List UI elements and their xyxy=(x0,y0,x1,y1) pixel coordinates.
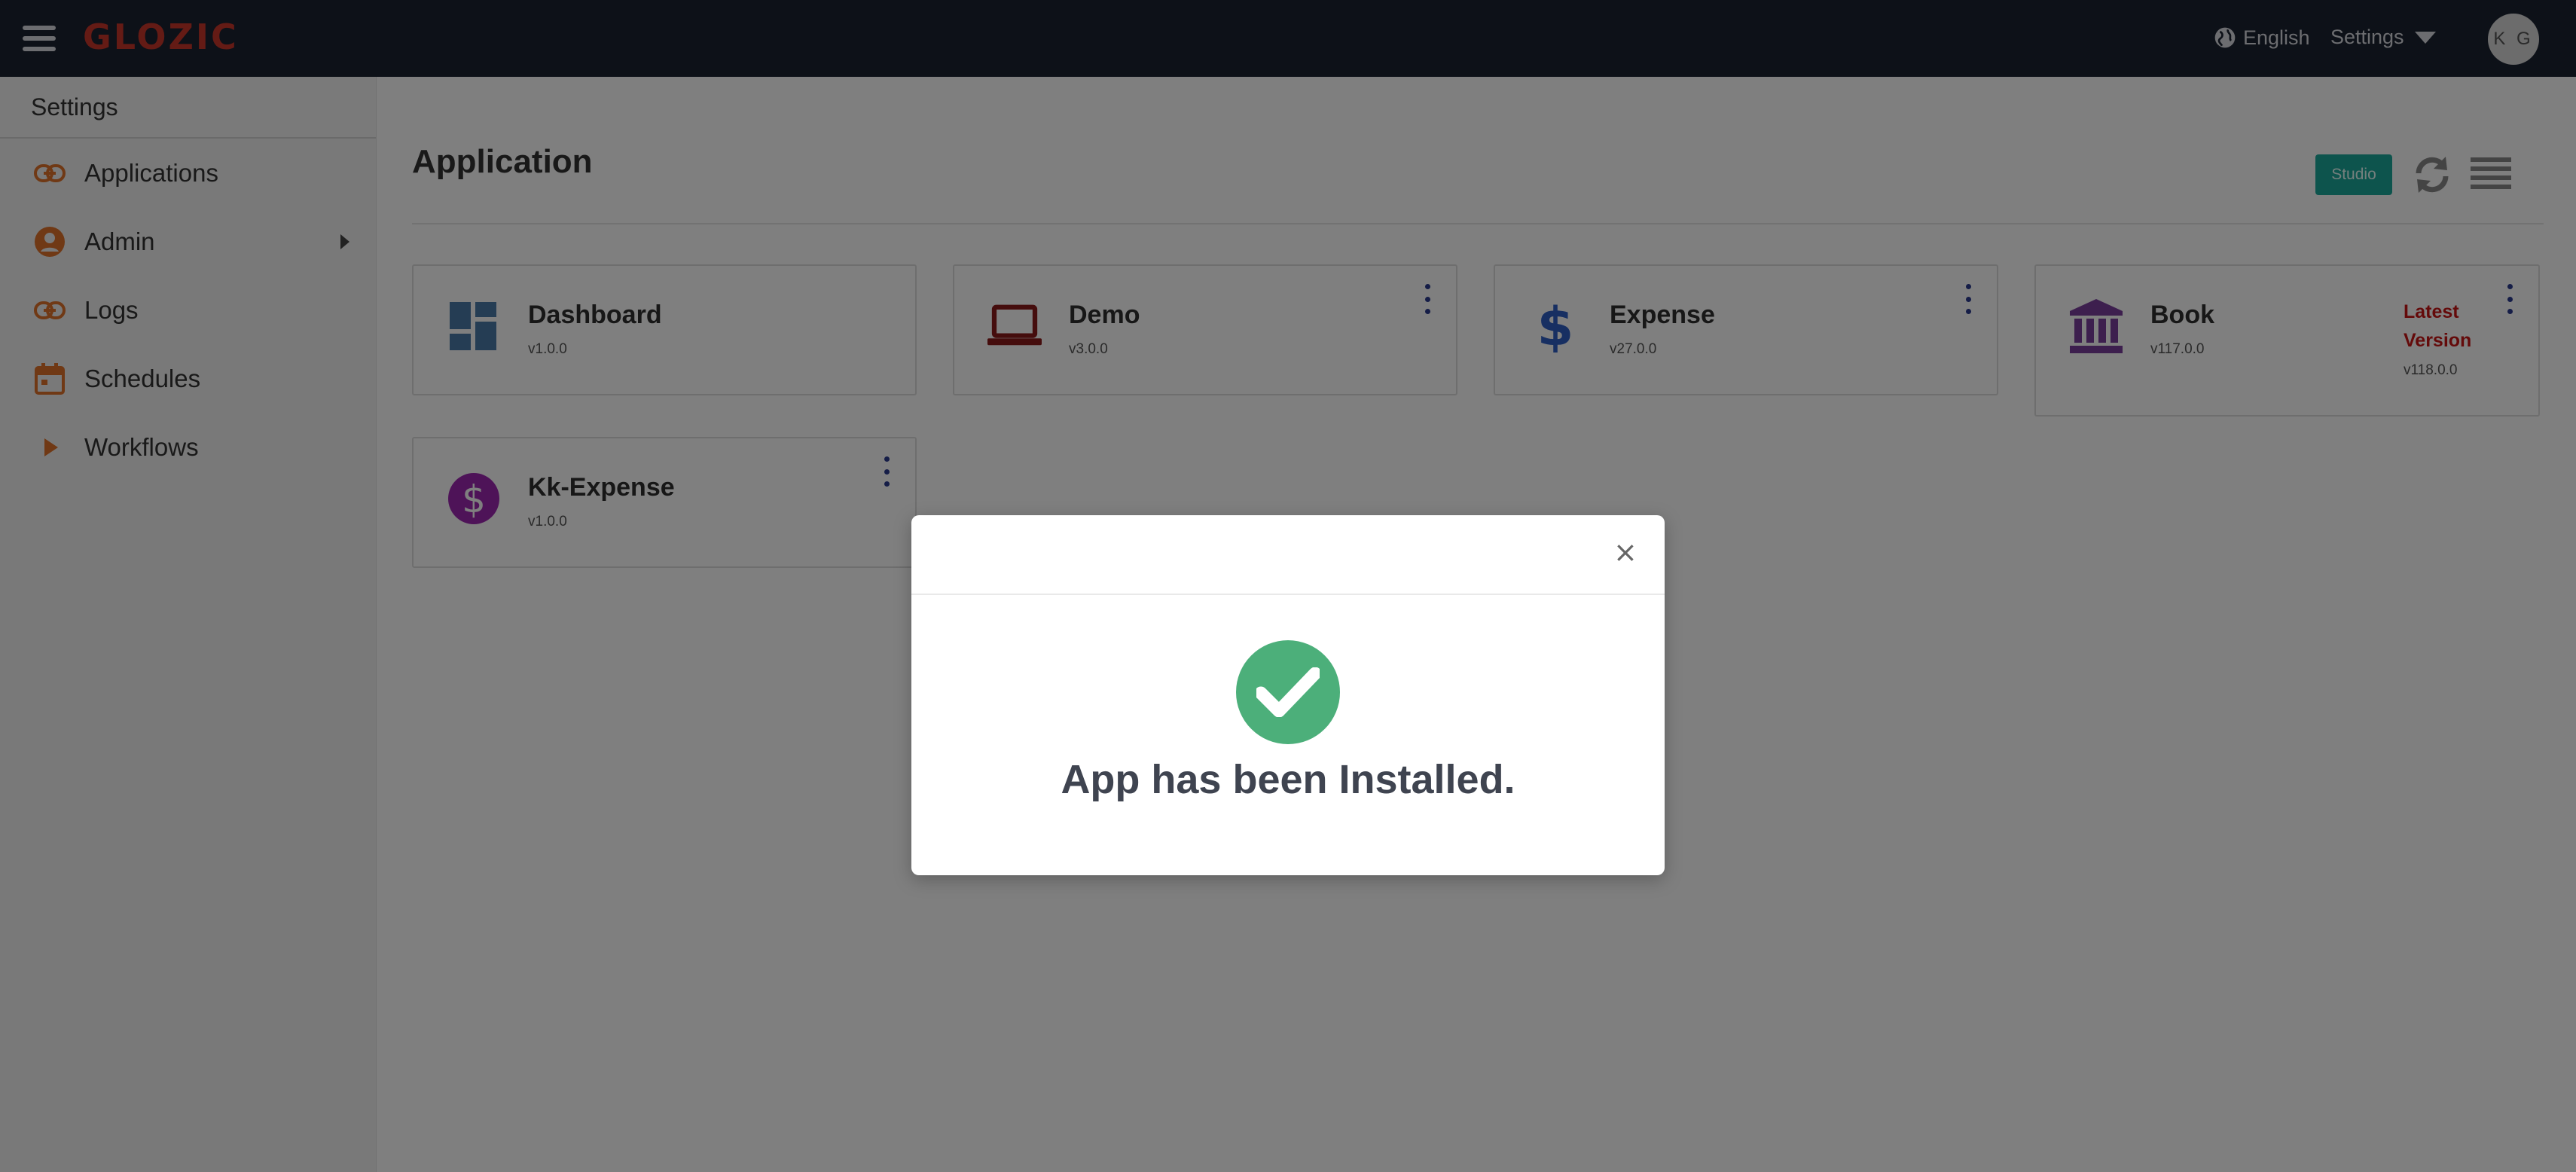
success-message: App has been Installed. xyxy=(1061,757,1515,802)
close-icon[interactable]: × xyxy=(1613,538,1637,566)
install-success-modal: × App has been Installed. xyxy=(911,515,1665,875)
modal-header: × xyxy=(911,515,1665,595)
check-circle-icon xyxy=(1236,640,1340,744)
